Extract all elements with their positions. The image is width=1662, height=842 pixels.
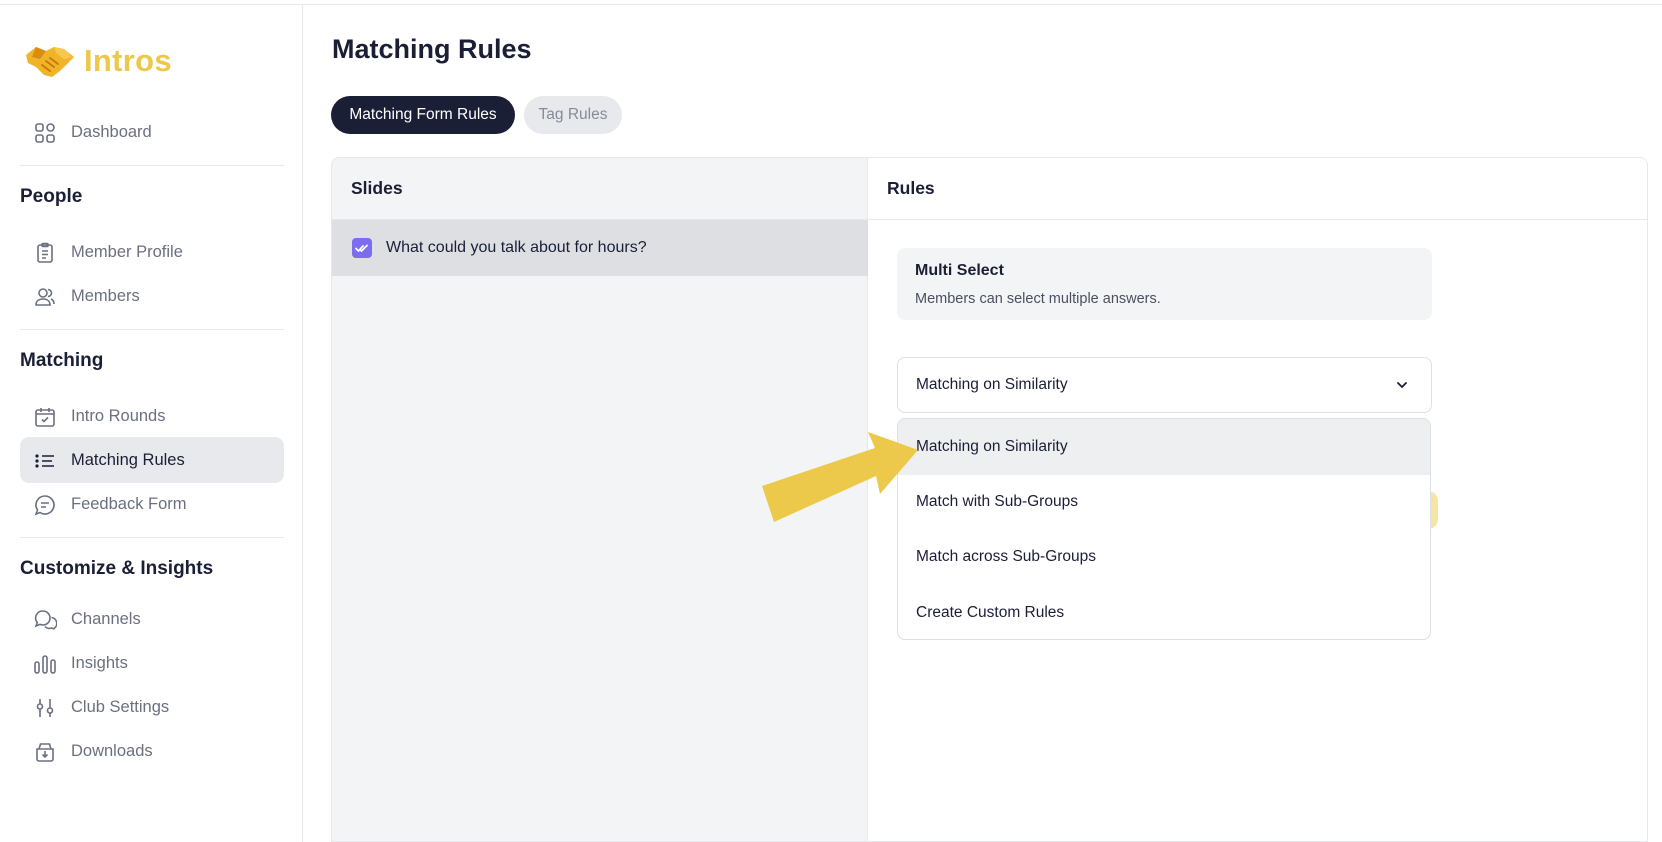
app-name: Intros [84, 43, 172, 78]
app-logo[interactable]: Intros [24, 39, 172, 83]
sidebar-item-matching-rules[interactable]: Matching Rules [20, 437, 284, 483]
sidebar-item-label: Club Settings [71, 697, 170, 716]
download-box-icon [36, 743, 54, 762]
calendar-check-icon [35, 408, 55, 427]
divider [20, 537, 284, 538]
slides-header: Slides [332, 158, 868, 220]
divider [20, 165, 284, 166]
sidebar-item-label: Downloads [71, 741, 153, 760]
sidebar-item-insights[interactable]: Insights [20, 640, 284, 686]
double-check-icon [355, 244, 368, 253]
option-matching-on-similarity[interactable]: Matching on Similarity [898, 419, 1430, 475]
sidebar-item-members[interactable]: Members [20, 273, 284, 319]
sidebar-item-label: Insights [71, 653, 128, 672]
page-title: Matching Rules [332, 34, 532, 64]
option-match-across-sub-groups[interactable]: Match across Sub-Groups [898, 529, 1430, 585]
tab-tag-rules[interactable]: Tag Rules [524, 96, 622, 134]
message-icon [34, 495, 55, 516]
question-type-card: Multi Select Members can select multiple… [897, 248, 1432, 320]
section-title-matching: Matching [20, 350, 104, 371]
sidebar-item-label: Feedback Form [71, 494, 187, 513]
sidebar-item-downloads[interactable]: Downloads [20, 728, 284, 774]
sidebar-item-feedback-form[interactable]: Feedback Form [20, 481, 284, 527]
sidebar-item-label: Intro Rounds [71, 406, 166, 425]
rules-panel: Slides What could you talk about for hou… [331, 157, 1648, 842]
sidebar: Intros Dashboard People Member Profile M… [0, 5, 303, 842]
chevron-down-icon [1397, 382, 1407, 389]
sidebar-item-channels[interactable]: Channels [20, 596, 284, 642]
option-match-with-sub-groups[interactable]: Match with Sub-Groups [898, 474, 1430, 530]
clipboard-icon [37, 242, 53, 263]
rules-header: Rules [868, 158, 1647, 220]
handshake-icon [26, 47, 74, 77]
sidebar-item-label: Channels [71, 609, 141, 628]
section-title-customize-insights: Customize & Insights [20, 558, 214, 579]
checkbox-checked[interactable] [352, 238, 372, 258]
matching-rule-select[interactable]: Matching on Similarity [897, 357, 1432, 413]
users-icon [35, 288, 55, 306]
option-create-custom-rules[interactable]: Create Custom Rules [898, 585, 1430, 639]
question-type-title: Multi Select [915, 262, 1004, 279]
sidebar-item-label: Dashboard [71, 122, 152, 141]
sidebar-item-label: Members [71, 286, 140, 305]
pointer-arrow-icon [762, 432, 918, 522]
section-title-people: People [20, 186, 83, 207]
list-icon [35, 454, 54, 468]
tab-matching-form-rules[interactable]: Matching Form Rules [331, 96, 515, 134]
sidebar-item-member-profile[interactable]: Member Profile [20, 229, 284, 275]
sidebar-item-dashboard[interactable]: Dashboard [20, 109, 284, 155]
slide-item[interactable]: What could you talk about for hours? [332, 220, 868, 276]
bar-chart-icon [34, 655, 56, 674]
select-value: Matching on Similarity [916, 376, 1068, 393]
rules-column: Rules Multi Select Members can select mu… [868, 158, 1647, 841]
sidebar-item-label: Matching Rules [71, 450, 185, 469]
sidebar-item-label: Member Profile [71, 242, 183, 261]
chat-bubbles-icon [34, 610, 57, 630]
sliders-icon [36, 699, 54, 717]
slide-label: What could you talk about for hours? [386, 239, 647, 256]
sidebar-item-intro-rounds[interactable]: Intro Rounds [20, 393, 284, 439]
sidebar-item-club-settings[interactable]: Club Settings [20, 684, 284, 730]
dashboard-grid-icon [35, 123, 55, 143]
question-type-description: Members can select multiple answers. [915, 291, 1161, 307]
matching-rule-dropdown: Matching on Similarity Match with Sub-Gr… [897, 418, 1431, 640]
divider [20, 329, 284, 330]
